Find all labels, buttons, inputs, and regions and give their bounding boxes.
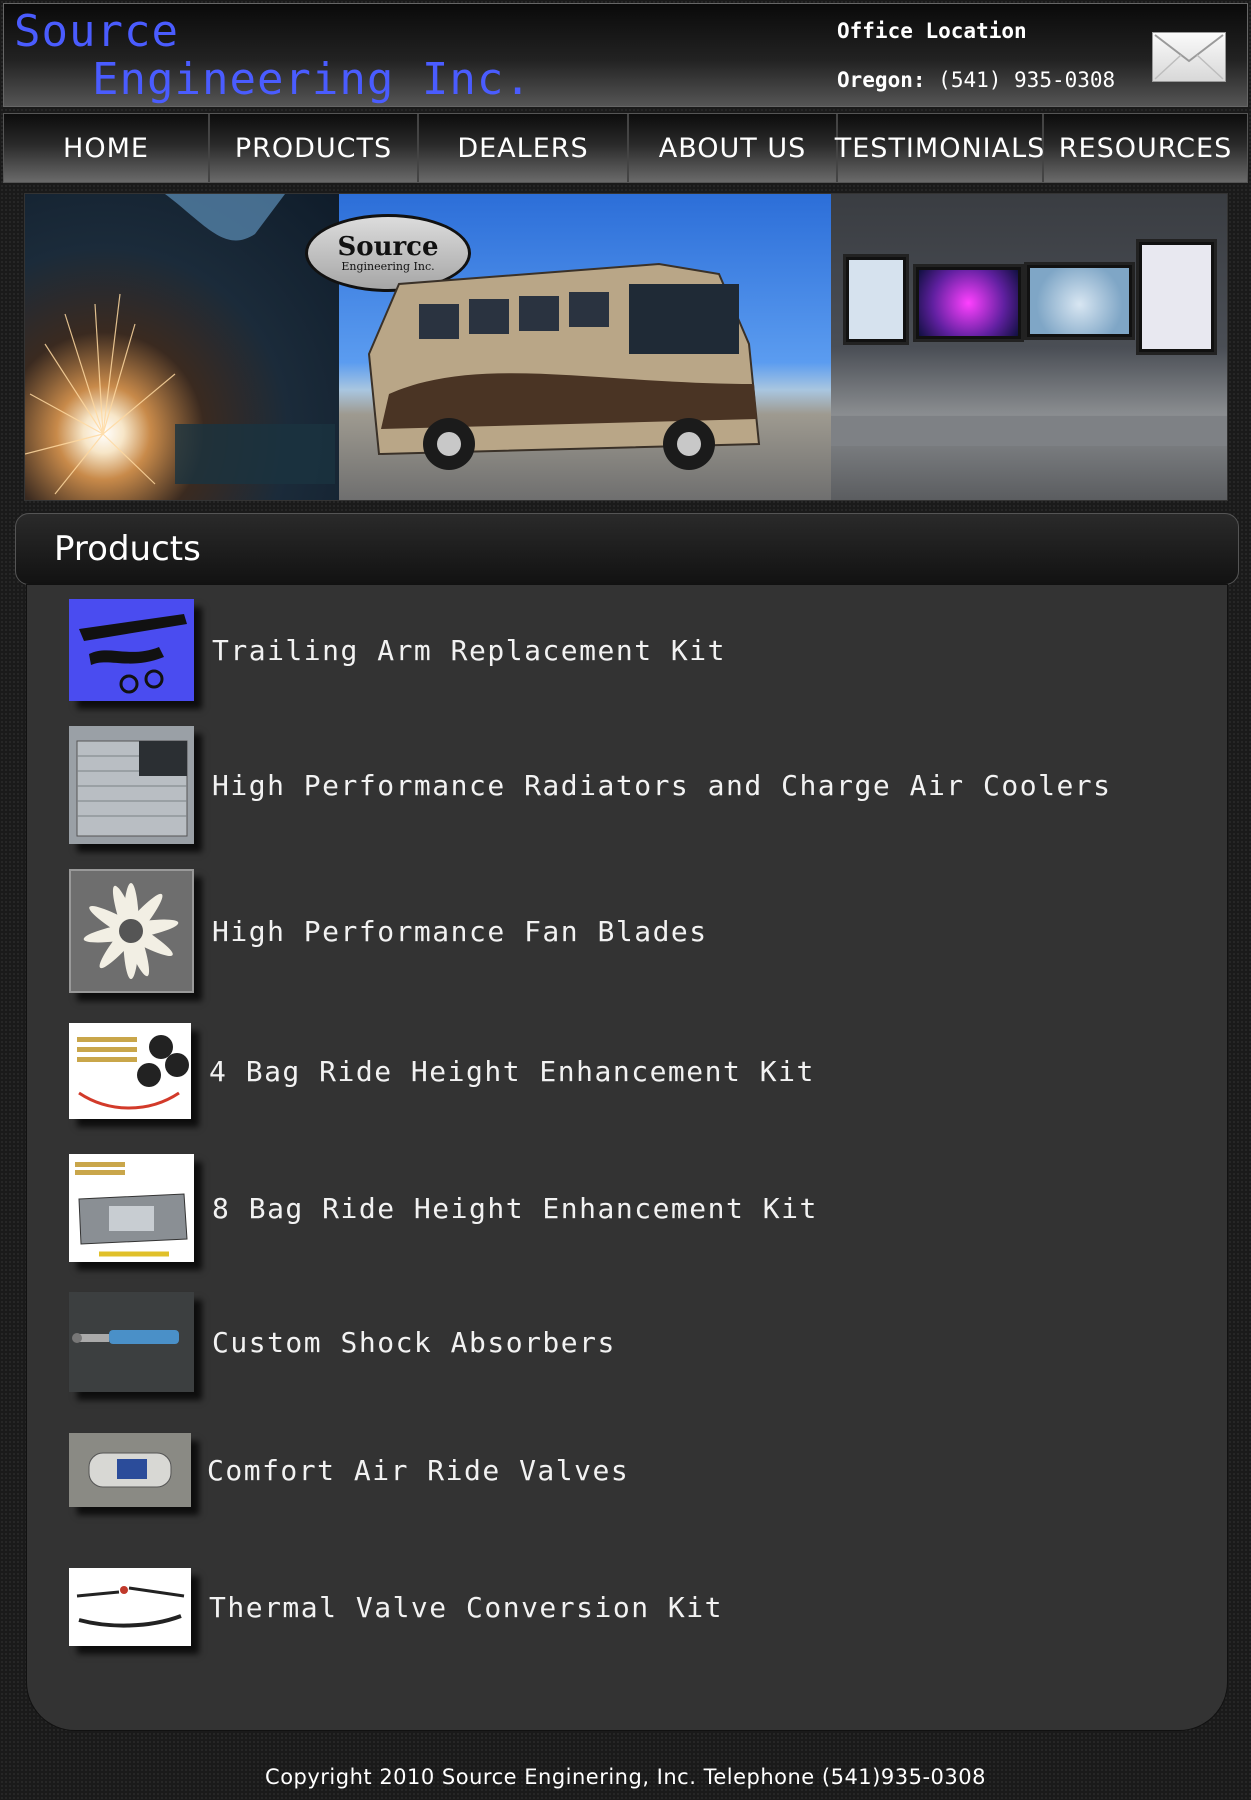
main-nav: HOME PRODUCTS DEALERS ABOUT US TESTIMONI…	[3, 113, 1248, 183]
desk	[831, 416, 1227, 446]
thermal-valve-kit-thumbnail[interactable]	[69, 1568, 191, 1646]
products-heading: Products	[15, 513, 1239, 585]
product-item[interactable]: Comfort Air Ride Valves	[69, 1433, 629, 1507]
nav-home[interactable]: HOME	[4, 114, 210, 182]
nav-about-us[interactable]: ABOUT US	[629, 114, 838, 182]
4-bag-kit-thumbnail[interactable]	[69, 1023, 191, 1119]
product-title[interactable]: Custom Shock Absorbers	[212, 1326, 616, 1359]
product-title[interactable]: High Performance Radiators and Charge Ai…	[212, 769, 1112, 802]
office-contact: Oregon: (541) 935-0308	[837, 68, 1115, 92]
site-header: Source Engineering Inc. Office Location …	[3, 3, 1248, 107]
product-item[interactable]: 8 Bag Ride Height Enhancement Kit	[69, 1154, 818, 1262]
product-title[interactable]: 8 Bag Ride Height Enhancement Kit	[212, 1192, 818, 1225]
product-item[interactable]: 4 Bag Ride Height Enhancement Kit	[69, 1023, 815, 1119]
banner-welding-image	[25, 194, 339, 500]
radiator-thumbnail[interactable]	[69, 726, 194, 844]
8-bag-kit-thumbnail[interactable]	[69, 1154, 194, 1262]
office-state-label: Oregon:	[837, 68, 926, 92]
hero-banner: Source Engineering Inc.	[24, 193, 1228, 501]
product-item[interactable]: Thermal Valve Conversion Kit	[69, 1568, 723, 1646]
trailing-arm-kit-thumbnail[interactable]	[69, 599, 194, 701]
product-item[interactable]: Trailing Arm Replacement Kit	[69, 599, 726, 701]
logo-line2[interactable]: Engineering Inc.	[92, 54, 532, 105]
monitor-1	[843, 254, 909, 345]
fan-blades-thumbnail[interactable]	[69, 869, 194, 993]
product-item[interactable]: Custom Shock Absorbers	[69, 1292, 616, 1392]
monitor-3	[1024, 262, 1135, 340]
product-title[interactable]: Thermal Valve Conversion Kit	[209, 1591, 723, 1624]
monitor-4	[1136, 239, 1217, 355]
nav-products[interactable]: PRODUCTS	[210, 114, 419, 182]
products-panel: Trailing Arm Replacement Kit High Perfor…	[27, 585, 1227, 1730]
banner-motorhome-image: Source Engineering Inc.	[305, 194, 831, 500]
nav-dealers[interactable]: DEALERS	[419, 114, 629, 182]
office-location-title: Office Location	[837, 19, 1027, 43]
envelope-icon[interactable]	[1152, 32, 1226, 82]
logo-line1[interactable]: Source	[14, 6, 179, 57]
product-item[interactable]: High Performance Fan Blades	[69, 869, 708, 993]
air-ride-valves-thumbnail[interactable]	[69, 1433, 191, 1507]
nav-resources[interactable]: RESOURCES	[1044, 114, 1247, 182]
motorhome-graphic	[367, 262, 761, 470]
footer-copyright: Copyright 2010 Source Enginering, Inc. T…	[265, 1765, 986, 1789]
product-title[interactable]: Trailing Arm Replacement Kit	[212, 634, 726, 667]
monitor-2	[913, 264, 1024, 342]
product-title[interactable]: Comfort Air Ride Valves	[207, 1454, 629, 1487]
office-phone: (541) 935-0308	[938, 68, 1116, 92]
shock-absorbers-thumbnail[interactable]	[69, 1292, 194, 1392]
product-title[interactable]: High Performance Fan Blades	[212, 915, 708, 948]
product-title[interactable]: 4 Bag Ride Height Enhancement Kit	[209, 1055, 815, 1088]
banner-workstation-image	[831, 194, 1227, 500]
nav-testimonials[interactable]: TESTIMONIALS	[835, 114, 1044, 182]
product-item[interactable]: High Performance Radiators and Charge Ai…	[69, 726, 1112, 844]
